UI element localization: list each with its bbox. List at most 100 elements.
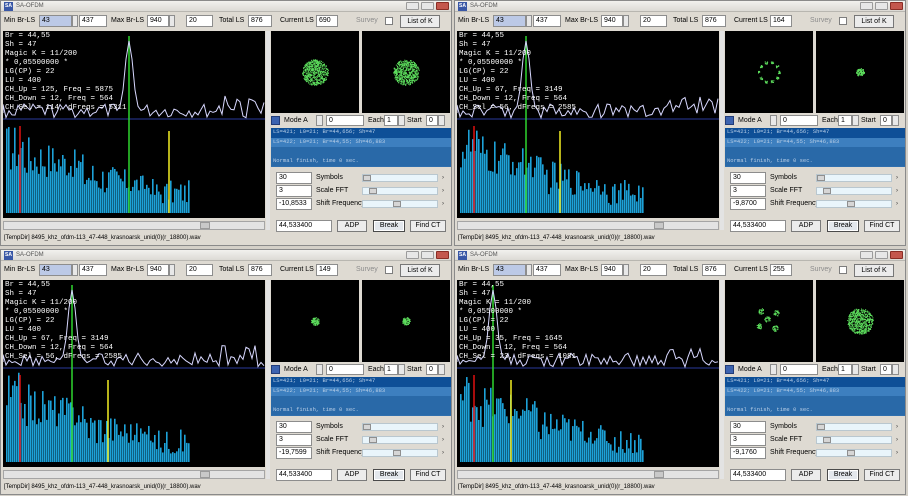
min-br-ls-secondary-field[interactable]: 437 bbox=[79, 15, 107, 27]
chevron-right-icon[interactable]: › bbox=[893, 423, 901, 431]
close-icon[interactable] bbox=[890, 251, 903, 259]
each-spinner[interactable] bbox=[398, 364, 405, 375]
scrollbar-thumb[interactable] bbox=[200, 222, 210, 229]
mode-a-field[interactable]: 0 bbox=[326, 115, 364, 126]
shift-frequency-slider[interactable] bbox=[816, 200, 892, 208]
break-button[interactable]: Break bbox=[373, 469, 405, 481]
break-button[interactable]: Break bbox=[827, 469, 859, 481]
log-line[interactable] bbox=[271, 147, 451, 157]
vertical-scrollbar[interactable] bbox=[266, 31, 270, 230]
shift-frequency-field[interactable]: -9,8700 bbox=[730, 198, 766, 210]
start-field[interactable]: 0 bbox=[426, 115, 438, 126]
log-line[interactable]: LS=422; L0=21; Br=44,55; Sh=46,883 bbox=[725, 386, 905, 396]
shift-frequency-slider[interactable] bbox=[816, 449, 892, 457]
find-ct-button[interactable]: Find CT bbox=[864, 469, 900, 481]
symbols-field[interactable]: 30 bbox=[276, 172, 312, 184]
spectrum-horizontal-scrollbar[interactable] bbox=[457, 221, 719, 230]
start-spinner[interactable] bbox=[892, 364, 899, 375]
title-bar[interactable]: SA SA-OFDM bbox=[1, 1, 451, 12]
slider-thumb[interactable] bbox=[823, 437, 831, 443]
vertical-scrollbar[interactable] bbox=[266, 280, 270, 479]
mode-a-field[interactable]: 0 bbox=[780, 364, 818, 375]
log-list[interactable]: LS=421; L0=21; Br=44,656; Sh=47 LS=422; … bbox=[725, 128, 905, 167]
start-spinner[interactable] bbox=[892, 115, 899, 126]
mode-spinner[interactable] bbox=[770, 115, 777, 126]
start-field[interactable]: 0 bbox=[880, 364, 892, 375]
max-br-ls-secondary-field[interactable]: 20 bbox=[640, 15, 667, 27]
spectrum-panel[interactable]: Br = 44,55 Sh = 47 Magic K = 11/200 * 0,055… bbox=[3, 31, 265, 218]
adp-button[interactable]: ADP bbox=[791, 220, 821, 232]
adp-button[interactable]: ADP bbox=[791, 469, 821, 481]
each-spinner[interactable] bbox=[852, 115, 859, 126]
survey-checkbox[interactable] bbox=[385, 17, 393, 25]
log-line[interactable]: LS=421; L0=21; Br=44,656; Sh=47 bbox=[271, 128, 451, 138]
start-spinner[interactable] bbox=[438, 364, 445, 375]
list-of-k-button[interactable]: List of K bbox=[854, 15, 894, 28]
slider-thumb[interactable] bbox=[393, 201, 401, 207]
start-spinner[interactable] bbox=[438, 115, 445, 126]
min-br-ls-secondary-field[interactable]: 437 bbox=[79, 264, 107, 276]
each-field[interactable]: 1 bbox=[838, 364, 852, 375]
max-br-ls-secondary-field[interactable]: 20 bbox=[186, 264, 213, 276]
log-line[interactable]: LS=422; L0=21; Br=44,55; Sh=46,883 bbox=[271, 386, 451, 396]
shift-frequency-field[interactable]: -10,8533 bbox=[276, 198, 312, 210]
title-bar[interactable]: SA SA-OFDM bbox=[455, 1, 905, 12]
min-br-ls-field[interactable]: 43 bbox=[39, 15, 72, 27]
scrollbar-thumb[interactable] bbox=[654, 471, 664, 478]
each-spinner[interactable] bbox=[852, 364, 859, 375]
survey-checkbox[interactable] bbox=[839, 266, 847, 274]
minimize-icon[interactable] bbox=[860, 251, 873, 259]
shift-frequency-slider[interactable] bbox=[362, 449, 438, 457]
max-br-ls-spinner[interactable] bbox=[169, 15, 175, 27]
scale-fft-slider[interactable] bbox=[362, 187, 438, 195]
min-br-ls-secondary-field[interactable]: 437 bbox=[533, 264, 561, 276]
chevron-right-icon[interactable]: › bbox=[439, 423, 447, 431]
scale-fft-field[interactable]: 3 bbox=[730, 185, 766, 197]
symbols-field[interactable]: 30 bbox=[730, 172, 766, 184]
log-line[interactable]: LS=422; L0=21; Br=44,55; Sh=46,883 bbox=[725, 137, 905, 147]
chevron-right-icon[interactable]: › bbox=[439, 449, 447, 457]
min-br-ls-field[interactable]: 43 bbox=[39, 264, 72, 276]
slider-thumb[interactable] bbox=[363, 175, 371, 181]
symbols-slider[interactable] bbox=[816, 423, 892, 431]
spectrum-panel[interactable]: Br = 44,55 Sh = 47 Magic K = 11/200 * 0,055… bbox=[457, 280, 719, 467]
each-field[interactable]: 1 bbox=[838, 115, 852, 126]
symbols-field[interactable]: 30 bbox=[730, 421, 766, 433]
chevron-right-icon[interactable]: › bbox=[893, 200, 901, 208]
max-br-ls-field[interactable]: 940 bbox=[601, 264, 623, 276]
scrollbar-thumb[interactable] bbox=[200, 471, 210, 478]
log-line[interactable]: LS=422; L0=21; Br=44,55; Sh=46,883 bbox=[271, 137, 451, 147]
mode-icon[interactable] bbox=[725, 116, 734, 125]
spectrum-horizontal-scrollbar[interactable] bbox=[457, 470, 719, 479]
log-line[interactable] bbox=[271, 396, 451, 406]
symbols-slider[interactable] bbox=[362, 423, 438, 431]
min-br-ls-spinner[interactable] bbox=[72, 15, 78, 27]
symbols-slider[interactable] bbox=[816, 174, 892, 182]
close-icon[interactable] bbox=[890, 2, 903, 10]
chevron-right-icon[interactable]: › bbox=[439, 187, 447, 195]
chevron-right-icon[interactable]: › bbox=[893, 174, 901, 182]
log-line[interactable] bbox=[725, 396, 905, 406]
spectrum-panel[interactable]: Br = 44,55 Sh = 47 Magic K = 11/200 * 0,055… bbox=[457, 31, 719, 218]
spectrum-panel[interactable]: Br = 44,55 Sh = 47 Magic K = 11/200 * 0,055… bbox=[3, 280, 265, 467]
mode-icon[interactable] bbox=[271, 116, 280, 125]
maximize-icon[interactable] bbox=[421, 2, 434, 10]
each-spinner[interactable] bbox=[398, 115, 405, 126]
scale-fft-slider[interactable] bbox=[816, 436, 892, 444]
log-line[interactable]: LS=421; L0=21; Br=44,656; Sh=47 bbox=[271, 377, 451, 387]
minimize-icon[interactable] bbox=[406, 251, 419, 259]
find-ct-button[interactable]: Find CT bbox=[410, 469, 446, 481]
min-br-ls-field[interactable]: 43 bbox=[493, 15, 526, 27]
mode-spinner[interactable] bbox=[770, 364, 777, 375]
slider-thumb[interactable] bbox=[369, 437, 377, 443]
survey-checkbox[interactable] bbox=[385, 266, 393, 274]
slider-thumb[interactable] bbox=[393, 450, 401, 456]
maximize-icon[interactable] bbox=[421, 251, 434, 259]
chevron-right-icon[interactable]: › bbox=[439, 436, 447, 444]
log-line[interactable]: Normal finish, time 0 sec. bbox=[725, 405, 905, 415]
min-br-ls-field[interactable]: 43 bbox=[493, 264, 526, 276]
mode-spinner[interactable] bbox=[316, 364, 323, 375]
adp-button[interactable]: ADP bbox=[337, 469, 367, 481]
title-bar[interactable]: SA SA-OFDM bbox=[455, 250, 905, 261]
break-button[interactable]: Break bbox=[827, 220, 859, 232]
